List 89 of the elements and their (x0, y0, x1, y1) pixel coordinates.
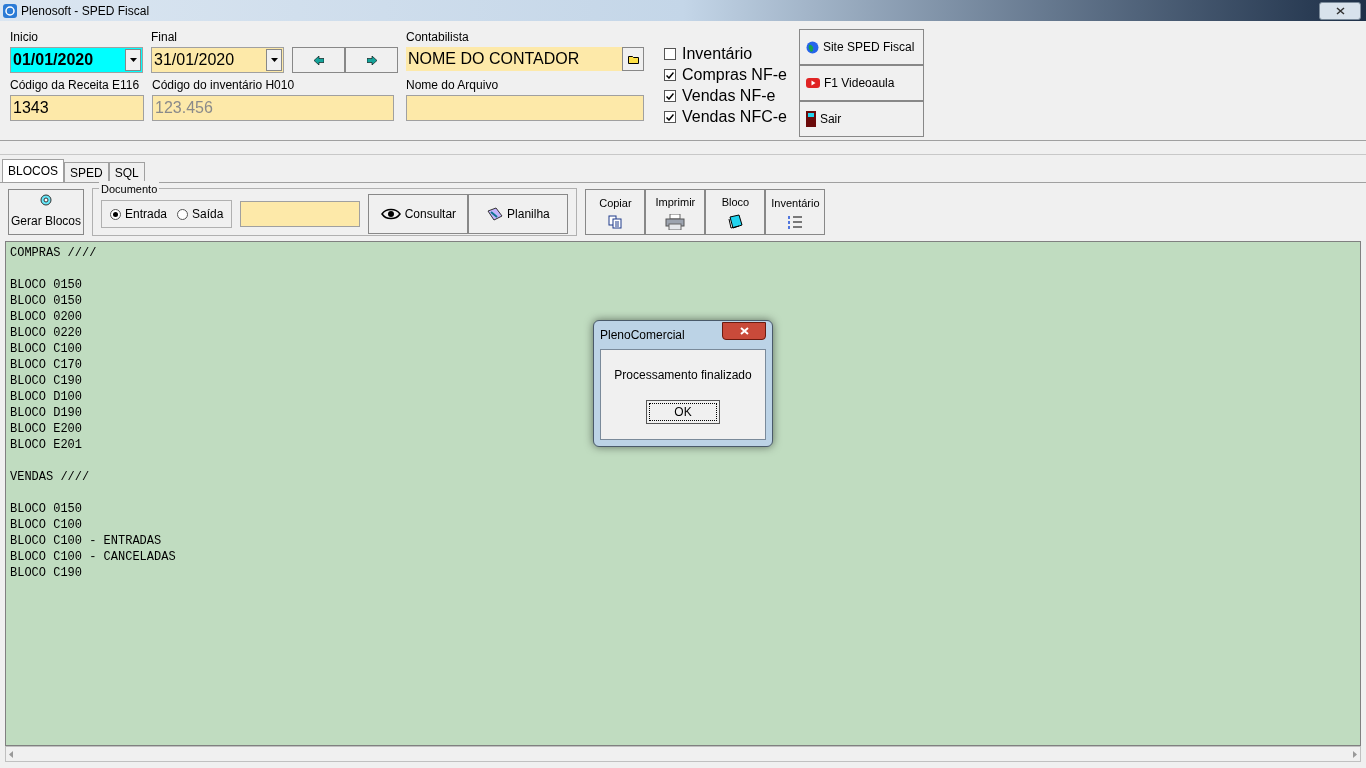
radio-button[interactable] (177, 208, 189, 220)
log-line: BLOCO E200 (10, 421, 82, 437)
date-picker[interactable]: 31/01/2020 (151, 47, 284, 73)
log-line: BLOCO 0150 (10, 501, 82, 517)
log-line: BLOCO C170 (10, 357, 82, 373)
previous-button[interactable] (292, 47, 345, 73)
left-arrow-icon (313, 55, 324, 65)
date-value: 01/01/2020 (12, 50, 95, 70)
folder-icon (627, 54, 639, 64)
spreadsheet-icon (487, 207, 504, 221)
field-label: Nome do Arquivo (406, 77, 500, 94)
close-button[interactable] (722, 322, 766, 340)
video-play-icon (805, 78, 820, 88)
dialog-title: PlenoComercial (600, 327, 686, 344)
app-logo-icon (3, 3, 17, 18)
log-line: BLOCO 0220 (10, 325, 82, 341)
close-icon (1335, 6, 1345, 15)
checkbox[interactable] (664, 48, 676, 60)
dialog-message: Processamento finalizado (614, 367, 752, 384)
checkmark-icon (666, 71, 674, 79)
close-icon (739, 327, 749, 335)
side-button[interactable]: Sair (798, 101, 924, 137)
log-heading: VENDAS //// (10, 469, 90, 485)
field-label: Código da Receita E116 (10, 77, 141, 94)
radio-label: Entrada (125, 206, 168, 223)
door-icon (805, 111, 816, 127)
dropdown-arrow-icon (129, 58, 137, 62)
radio-label: Saída (192, 206, 224, 223)
tab[interactable]: SPED (64, 162, 109, 182)
checkbox-label: Vendas NFC-e (682, 108, 787, 126)
scroll-right-icon (1353, 750, 1357, 758)
field-label: Inicio (10, 29, 39, 46)
log-heading: COMPRAS //// (10, 245, 97, 261)
tool-button[interactable]: Bloco (705, 189, 766, 235)
field-label: Contabilista (406, 29, 470, 46)
right-arrow-icon (366, 55, 377, 65)
side-button[interactable]: F1 Videoaula (798, 65, 924, 101)
checkmark-icon (666, 113, 674, 121)
tab[interactable]: BLOCOS (2, 159, 64, 182)
log-line: BLOCO 0200 (10, 309, 82, 325)
checkbox-label: Compras NF-e (682, 66, 787, 84)
date-picker[interactable]: 01/01/2020 (10, 47, 143, 73)
window-title: Plenosoft - SPED Fiscal (21, 2, 150, 20)
generate-blocks-button[interactable]: Gerar Blocos (8, 189, 84, 235)
ok-button[interactable]: OK (646, 400, 720, 424)
log-line: BLOCO C100 - CANCELADAS (10, 549, 176, 565)
field-label: Final (151, 29, 178, 46)
action-button[interactable]: Consultar (368, 194, 469, 234)
tool-button[interactable]: Imprimir (645, 189, 706, 235)
field-label: Código do inventário H010 (152, 77, 296, 94)
log-line: BLOCO C100 (10, 517, 82, 533)
input-field[interactable]: 1343 (10, 95, 144, 121)
scroll-left-icon (9, 750, 13, 758)
log-line: BLOCO C100 - ENTRADAS (10, 533, 162, 549)
horizontal-scrollbar[interactable] (5, 746, 1361, 762)
log-line: BLOCO 0150 (10, 293, 82, 309)
checkbox[interactable] (664, 111, 676, 123)
tab[interactable]: SQL (108, 162, 145, 182)
radio-button[interactable] (110, 208, 121, 220)
tool-button[interactable]: Inventário (765, 189, 826, 235)
browse-button[interactable] (622, 47, 644, 71)
log-line: BLOCO C100 (10, 341, 82, 357)
printer-icon (665, 213, 686, 230)
eye-icon (380, 208, 401, 220)
checkbox-label: Vendas NF-e (682, 87, 776, 105)
side-button[interactable]: Site SPED Fiscal (798, 29, 924, 65)
checkbox[interactable] (664, 90, 676, 102)
dropdown-arrow-icon (270, 58, 278, 62)
checkmark-icon (666, 92, 674, 100)
input-field[interactable] (240, 201, 361, 227)
list-icon (788, 214, 803, 229)
date-value: 31/01/2020 (153, 50, 236, 70)
close-button[interactable] (1319, 1, 1361, 20)
log-line: BLOCO D100 (10, 389, 82, 405)
notepad-icon (727, 213, 744, 230)
log-line: BLOCO D190 (10, 405, 82, 421)
action-button[interactable]: Planilha (468, 194, 569, 234)
log-line: BLOCO C190 (10, 565, 82, 581)
checkbox[interactable] (664, 69, 676, 81)
tool-button[interactable]: Copiar (585, 189, 646, 235)
checkbox-label: Inventário (682, 45, 753, 63)
input-field[interactable] (406, 95, 644, 121)
log-line: BLOCO 0150 (10, 277, 82, 293)
input-field[interactable]: NOME DO CONTADOR (406, 47, 622, 71)
globe-icon (805, 40, 819, 54)
log-line: BLOCO E201 (10, 437, 82, 453)
copy-icon (608, 214, 623, 229)
log-line: BLOCO C190 (10, 373, 82, 389)
next-button[interactable] (345, 47, 398, 73)
